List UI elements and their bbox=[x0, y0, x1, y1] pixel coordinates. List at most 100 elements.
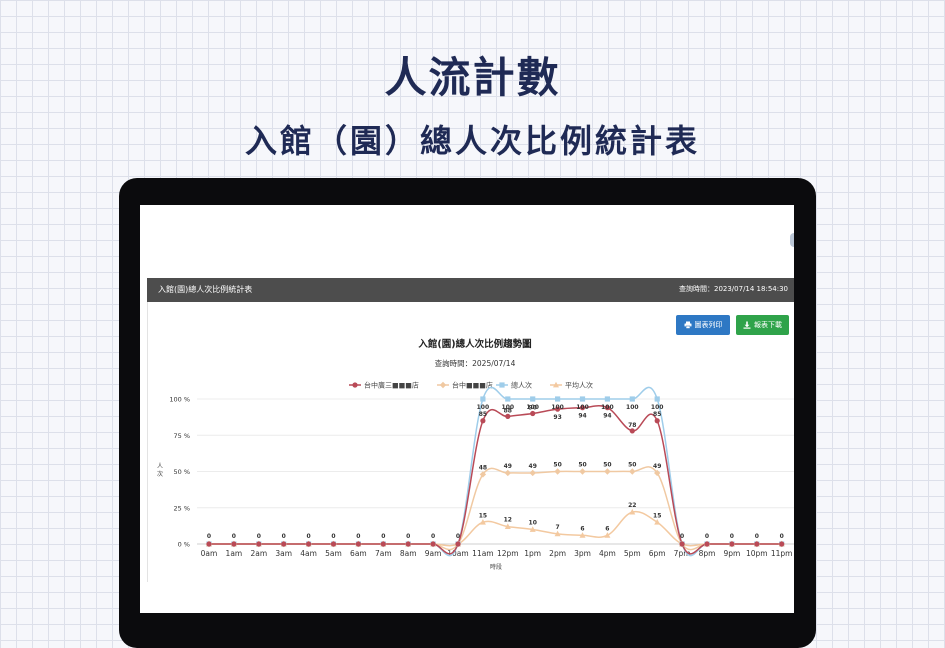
data-label: 0 bbox=[755, 533, 759, 540]
data-label: 50 bbox=[553, 462, 561, 469]
data-point bbox=[779, 541, 785, 547]
data-label: 0 bbox=[680, 533, 684, 540]
x-tick-label: 11pm bbox=[771, 549, 793, 558]
x-tick-label: 2am bbox=[250, 549, 267, 558]
series-line bbox=[209, 405, 782, 555]
data-label: 100 bbox=[576, 404, 589, 411]
data-label: 0 bbox=[381, 533, 385, 540]
data-label: 100 bbox=[551, 404, 564, 411]
data-label: 50 bbox=[578, 462, 586, 469]
data-label: 0 bbox=[780, 533, 784, 540]
chart-title: 入館(園)總人次比例趨勢圖 bbox=[417, 338, 531, 350]
y-tick-label: 25 % bbox=[173, 504, 190, 512]
data-label: 100 bbox=[477, 404, 490, 411]
data-point bbox=[504, 469, 511, 477]
data-label: 12 bbox=[504, 517, 512, 524]
x-tick-label: 4am bbox=[300, 549, 317, 558]
x-tick-label: 12pm bbox=[497, 549, 519, 558]
data-label: 0 bbox=[282, 533, 286, 540]
x-tick-label: 2pm bbox=[549, 549, 566, 558]
data-label: 0 bbox=[356, 533, 360, 540]
x-tick-label: 3am bbox=[275, 549, 292, 558]
data-label: 48 bbox=[479, 464, 487, 471]
data-label: 0 bbox=[730, 533, 734, 540]
data-point bbox=[480, 396, 486, 402]
data-label: 0 bbox=[257, 533, 261, 540]
data-point bbox=[206, 541, 212, 547]
legend-label: 台中廣三■■■店 bbox=[364, 381, 419, 390]
data-point bbox=[754, 541, 760, 547]
x-tick-label: 7am bbox=[375, 549, 392, 558]
data-label: 0 bbox=[705, 533, 709, 540]
y-tick-label: 50 % bbox=[173, 468, 190, 476]
hero-title: 人流計數 bbox=[384, 53, 561, 102]
x-tick-label: 8am bbox=[400, 549, 417, 558]
y-axis-label-char: 人 bbox=[157, 463, 163, 470]
data-point bbox=[256, 541, 262, 547]
data-label: 78 bbox=[628, 422, 636, 429]
data-label: 94 bbox=[603, 413, 611, 420]
legend-label: 總人次 bbox=[511, 381, 532, 390]
x-tick-label: 9pm bbox=[723, 549, 740, 558]
legend-label: 平均人次 bbox=[565, 381, 593, 390]
series-line bbox=[209, 510, 782, 547]
data-point bbox=[729, 541, 735, 547]
trend-chart: 入館(園)總人次比例趨勢圖查詢時間：2025/07/14 0 % 25 % 50 % 7… bbox=[157, 338, 794, 571]
x-tick-label: 5am bbox=[325, 549, 342, 558]
data-point bbox=[604, 468, 611, 475]
tablet-screen: 入館(園)總人次比例統計表 查詢時間：2023/07/14 18:54:30 圖… bbox=[140, 205, 794, 613]
legend-label: 台中■■■店 bbox=[452, 381, 493, 390]
data-point bbox=[430, 541, 436, 547]
data-label: 10 bbox=[529, 520, 537, 527]
x-axis-label: 時段 bbox=[490, 563, 502, 571]
data-point bbox=[554, 468, 561, 475]
data-point bbox=[629, 396, 635, 402]
x-tick-label: 5pm bbox=[624, 549, 641, 558]
data-label: 0 bbox=[431, 533, 435, 540]
x-tick-label: 1am bbox=[226, 549, 243, 558]
data-label: 100 bbox=[502, 404, 515, 411]
x-tick-label: 0am bbox=[201, 549, 218, 558]
data-point bbox=[579, 468, 586, 475]
data-point bbox=[629, 428, 635, 434]
data-label: 49 bbox=[529, 463, 537, 470]
data-point bbox=[704, 541, 710, 547]
data-point bbox=[579, 396, 586, 402]
data-point bbox=[529, 469, 536, 477]
data-point bbox=[679, 541, 685, 547]
data-point bbox=[654, 418, 660, 424]
data-point bbox=[629, 468, 636, 475]
data-point bbox=[231, 541, 237, 547]
data-label: 0 bbox=[307, 533, 311, 540]
legend-marker bbox=[439, 381, 447, 389]
data-point bbox=[555, 396, 561, 402]
data-point bbox=[455, 541, 461, 547]
data-label: 0 bbox=[406, 533, 410, 540]
data-label: 100 bbox=[601, 404, 614, 411]
x-tick-label: 4pm bbox=[599, 549, 616, 558]
data-point bbox=[306, 541, 312, 547]
data-label: 7 bbox=[556, 524, 560, 531]
data-point bbox=[405, 541, 411, 547]
data-label: 85 bbox=[653, 411, 661, 418]
data-point bbox=[530, 410, 536, 417]
data-label: 6 bbox=[580, 525, 584, 532]
x-tick-label: 10pm bbox=[746, 549, 768, 558]
data-label: 49 bbox=[504, 463, 512, 470]
x-tick-label: 3pm bbox=[574, 549, 591, 558]
data-label: 94 bbox=[578, 413, 586, 420]
y-tick-label: 75 % bbox=[173, 432, 190, 440]
y-tick-label: 0 % bbox=[178, 541, 190, 549]
x-tick-label: 1pm bbox=[524, 549, 541, 558]
data-label: 50 bbox=[628, 462, 636, 469]
data-point bbox=[355, 541, 361, 547]
data-label: 0 bbox=[207, 533, 211, 540]
data-label: 15 bbox=[479, 512, 487, 519]
data-label: 93 bbox=[553, 414, 561, 421]
hero-subtitle: 入館（園）總人次比例統計表 bbox=[244, 122, 700, 160]
data-label: 15 bbox=[653, 512, 661, 519]
data-point bbox=[654, 396, 660, 402]
data-label: 0 bbox=[232, 533, 236, 540]
data-point bbox=[530, 396, 536, 402]
data-point bbox=[281, 541, 287, 547]
